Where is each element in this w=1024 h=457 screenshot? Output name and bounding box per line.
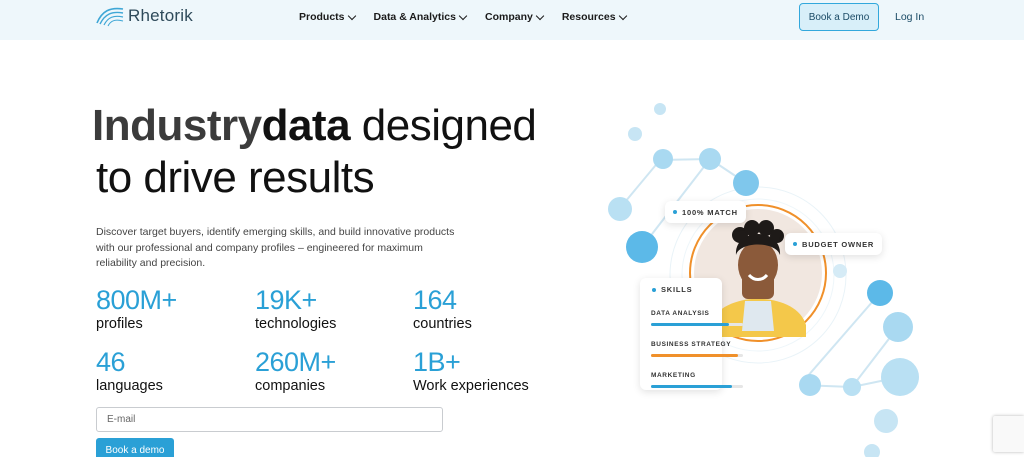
budget-owner-badge: BUDGET OWNER [785,233,883,255]
nav-data-analytics-label: Data & Analytics [373,11,456,23]
stat-companies: 260M+ companies [255,347,336,395]
dot-icon [652,287,656,292]
chevron-down-icon [618,11,627,20]
stat-countries: 164 countries [413,285,472,333]
skill-bar-marketing [651,385,743,388]
stat-languages: 46 languages [96,347,163,395]
hero-headline: Industrydata designed [92,100,537,152]
dot-icon [673,210,677,214]
skills-title: SKILLS [661,285,693,294]
nav-data-analytics[interactable]: Data & Analytics [373,11,468,23]
budget-owner-label: BUDGET OWNER [802,239,875,249]
chevron-down-icon [535,11,545,20]
stat-value: 260M+ [255,347,336,377]
stat-label: Work experiences [413,378,529,394]
site-header: Rhetorik Products Data & Analytics Compa… [0,0,1024,40]
skill-bar-data-analysis [651,323,743,326]
login-link[interactable]: Log In [895,11,924,23]
main-nav: Products Data & Analytics Company Resour… [299,11,627,23]
skills-title-row: SKILLS [652,285,692,294]
stat-label: languages [96,378,163,394]
headline-bold-word: data [261,101,351,150]
stat-label: technologies [255,316,337,332]
headline-rotating-word: Industry [92,101,262,150]
skill-label-marketing: MARKETING [651,372,696,379]
brand-name: Rhetorik [128,6,193,25]
hero-description: Discover target buyers, identify emergin… [96,226,455,269]
chevron-down-icon [347,11,356,20]
headline-rest: designed [350,101,537,150]
nav-company[interactable]: Company [485,11,545,23]
rhetorik-logo-icon [96,7,124,27]
nav-resources-label: Resources [561,11,616,23]
skill-bar-fill [651,354,739,357]
stat-value: 19K+ [255,285,317,315]
stat-label: companies [255,378,326,394]
skill-label-business-strategy: BUSINESS STRATEGY [651,341,732,348]
stat-value: 1B+ [413,347,461,377]
stat-value: 800M+ [96,285,177,315]
stat-work-experiences: 1B+ Work experiences [413,347,529,395]
skill-label-data-analysis: DATA ANALYSIS [651,310,710,317]
hero-headline-line2: to drive results [96,153,375,202]
skill-bar-fill [651,385,732,388]
stat-label: profiles [96,316,143,332]
stat-label: countries [413,316,472,332]
chevron-down-icon [458,11,468,20]
nav-products-label: Products [299,11,345,23]
email-input[interactable] [96,407,443,432]
dot-icon [793,242,797,246]
match-badge: 100% MATCH [665,201,746,223]
match-badge-label: 100% MATCH [682,207,738,217]
skill-bar-business-strategy [651,354,743,357]
book-demo-button[interactable]: Book a demo [96,438,174,457]
nav-company-label: Company [485,11,533,23]
brand-logo[interactable]: Rhetorik [96,5,193,27]
network-graphic [608,103,919,457]
nav-products[interactable]: Products [299,11,356,23]
nav-resources[interactable]: Resources [561,11,627,23]
stat-profiles: 800M+ profiles [96,285,177,333]
stat-technologies: 19K+ technologies [255,285,336,333]
recaptcha-badge[interactable] [993,416,1024,452]
stat-value: 46 [96,347,126,377]
book-demo-header-button[interactable]: Book a Demo [799,3,879,31]
skill-bar-fill [651,323,730,326]
stat-value: 164 [413,285,457,315]
hero-illustration: 100% MATCH BUDGET OWNER SKILLS DATA ANAL… [600,95,930,457]
